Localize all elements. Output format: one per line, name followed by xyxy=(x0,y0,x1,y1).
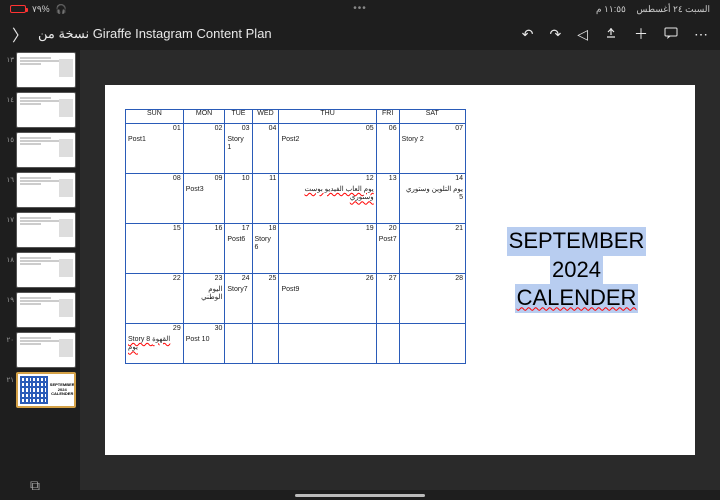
slide-title-block: SEPTEMBER 2024 CALENDER xyxy=(478,109,675,431)
thumb-number: ١٥ xyxy=(4,132,14,144)
calendar-cell: 26Post9 xyxy=(279,274,376,324)
thumb-number: ٢٠ xyxy=(4,332,14,344)
calendar-cell: 27 xyxy=(376,274,399,324)
calendar-cell: 08 xyxy=(126,174,184,224)
calendar-cell xyxy=(279,324,376,364)
grid-view-icon[interactable]: ⧉ xyxy=(30,477,40,494)
add-icon[interactable]: ＋ xyxy=(634,24,648,44)
play-icon[interactable]: ◁ xyxy=(577,26,588,43)
calendar-cell: 14يوم التلوين وستوري 5 xyxy=(399,174,465,224)
calendar-cell: 07Story 2 xyxy=(399,124,465,174)
calendar-cell: 17Post6 xyxy=(225,224,252,274)
slide-thumb[interactable] xyxy=(16,212,76,248)
calendar-cell: 09Post3 xyxy=(183,174,225,224)
slide-thumb[interactable] xyxy=(16,92,76,128)
calendar-cell: 11 xyxy=(252,174,279,224)
title-line-1: SEPTEMBER xyxy=(507,227,647,256)
calendar-grid: SUNMONTUEWEDTHUFRISAT01Post10203Story 10… xyxy=(125,109,466,431)
calendar-cell xyxy=(252,324,279,364)
calendar-cell: 30Post 10 xyxy=(183,324,225,364)
calendar-cell xyxy=(225,324,252,364)
calendar-cell: 28 xyxy=(399,274,465,324)
slide-canvas[interactable]: SUNMONTUEWEDTHUFRISAT01Post10203Story 10… xyxy=(80,50,720,490)
day-header: SAT xyxy=(399,110,465,124)
calendar-cell xyxy=(376,324,399,364)
calendar-cell: 20Post7 xyxy=(376,224,399,274)
slide-thumb[interactable] xyxy=(16,292,76,328)
calendar-cell: 01Post1 xyxy=(126,124,184,174)
calendar-cell: 23اليوم الوطني xyxy=(183,274,225,324)
status-date: السبت ٢٤ أغسطس xyxy=(636,4,710,15)
calendar-cell xyxy=(399,324,465,364)
calendar-cell: 22 xyxy=(126,274,184,324)
title-line-3: CALENDER xyxy=(515,284,639,313)
drag-handle: ••• xyxy=(353,3,367,14)
thumb-number: ١٨ xyxy=(4,252,14,264)
title-line-2: 2024 xyxy=(550,256,603,285)
slide-thumb[interactable] xyxy=(16,52,76,88)
thumb-number: ١٧ xyxy=(4,212,14,224)
calendar-cell: 29Story 8 القهوة يوم xyxy=(126,324,184,364)
back-icon[interactable]: 〉 xyxy=(12,22,28,46)
calendar-cell: 05Post2 xyxy=(279,124,376,174)
slide-thumb[interactable] xyxy=(16,332,76,368)
calendar-cell: 16 xyxy=(183,224,225,274)
more-icon[interactable]: ⋯ xyxy=(694,26,708,43)
day-header: TUE xyxy=(225,110,252,124)
thumb-number: ١٩ xyxy=(4,292,14,304)
calendar-cell: 06 xyxy=(376,124,399,174)
headphones-icon: 🎧 xyxy=(56,4,67,15)
day-header: SUN xyxy=(126,110,184,124)
slide-thumb[interactable]: SEPTEMBER2024CALENDER xyxy=(16,372,76,408)
calendar-cell: 04 xyxy=(252,124,279,174)
slide-thumb[interactable] xyxy=(16,172,76,208)
day-header: THU xyxy=(279,110,376,124)
calendar-cell: 02 xyxy=(183,124,225,174)
calendar-cell: 25 xyxy=(252,274,279,324)
calendar-cell: 15 xyxy=(126,224,184,274)
calendar-cell: 03Story 1 xyxy=(225,124,252,174)
insert-icon[interactable] xyxy=(604,26,618,43)
signal-text: ٧٩% xyxy=(32,4,50,15)
comment-icon[interactable] xyxy=(664,26,678,43)
thumb-number: ١٣ xyxy=(4,52,14,64)
day-header: FRI xyxy=(376,110,399,124)
slide-thumbnails[interactable]: ١٣ ١٤ ١٥ ١٦ ١٧ ١٨ ١٩ ٢٠ ٢١SEPTEMBER2024CALENDER xyxy=(0,50,80,490)
thumb-number: ١٦ xyxy=(4,172,14,184)
thumb-number: ١٤ xyxy=(4,92,14,104)
battery-icon xyxy=(10,5,26,13)
calendar-cell: 19 xyxy=(279,224,376,274)
day-header: WED xyxy=(252,110,279,124)
calendar-cell: 10 xyxy=(225,174,252,224)
calendar-cell: 21 xyxy=(399,224,465,274)
calendar-cell: 13 xyxy=(376,174,399,224)
app-header: 〉 نسخة من Giraffe Instagram Content Plan… xyxy=(0,18,720,50)
document-title[interactable]: نسخة من Giraffe Instagram Content Plan xyxy=(38,26,272,42)
redo-icon[interactable]: ↷ xyxy=(549,26,561,43)
home-indicator xyxy=(295,494,425,497)
calendar-cell: 18Story 6 xyxy=(252,224,279,274)
undo-icon[interactable]: ↶ xyxy=(522,26,534,43)
calendar-cell: 12يوم العاب الفيديو بوست وستوري xyxy=(279,174,376,224)
status-time: ١١:٥٥ م xyxy=(596,4,626,15)
calendar-cell: 24Story7 xyxy=(225,274,252,324)
thumb-number: ٢١ xyxy=(4,372,14,384)
slide-content: SUNMONTUEWEDTHUFRISAT01Post10203Story 10… xyxy=(105,85,695,455)
day-header: MON xyxy=(183,110,225,124)
slide-thumb[interactable] xyxy=(16,252,76,288)
slide-thumb[interactable] xyxy=(16,132,76,168)
